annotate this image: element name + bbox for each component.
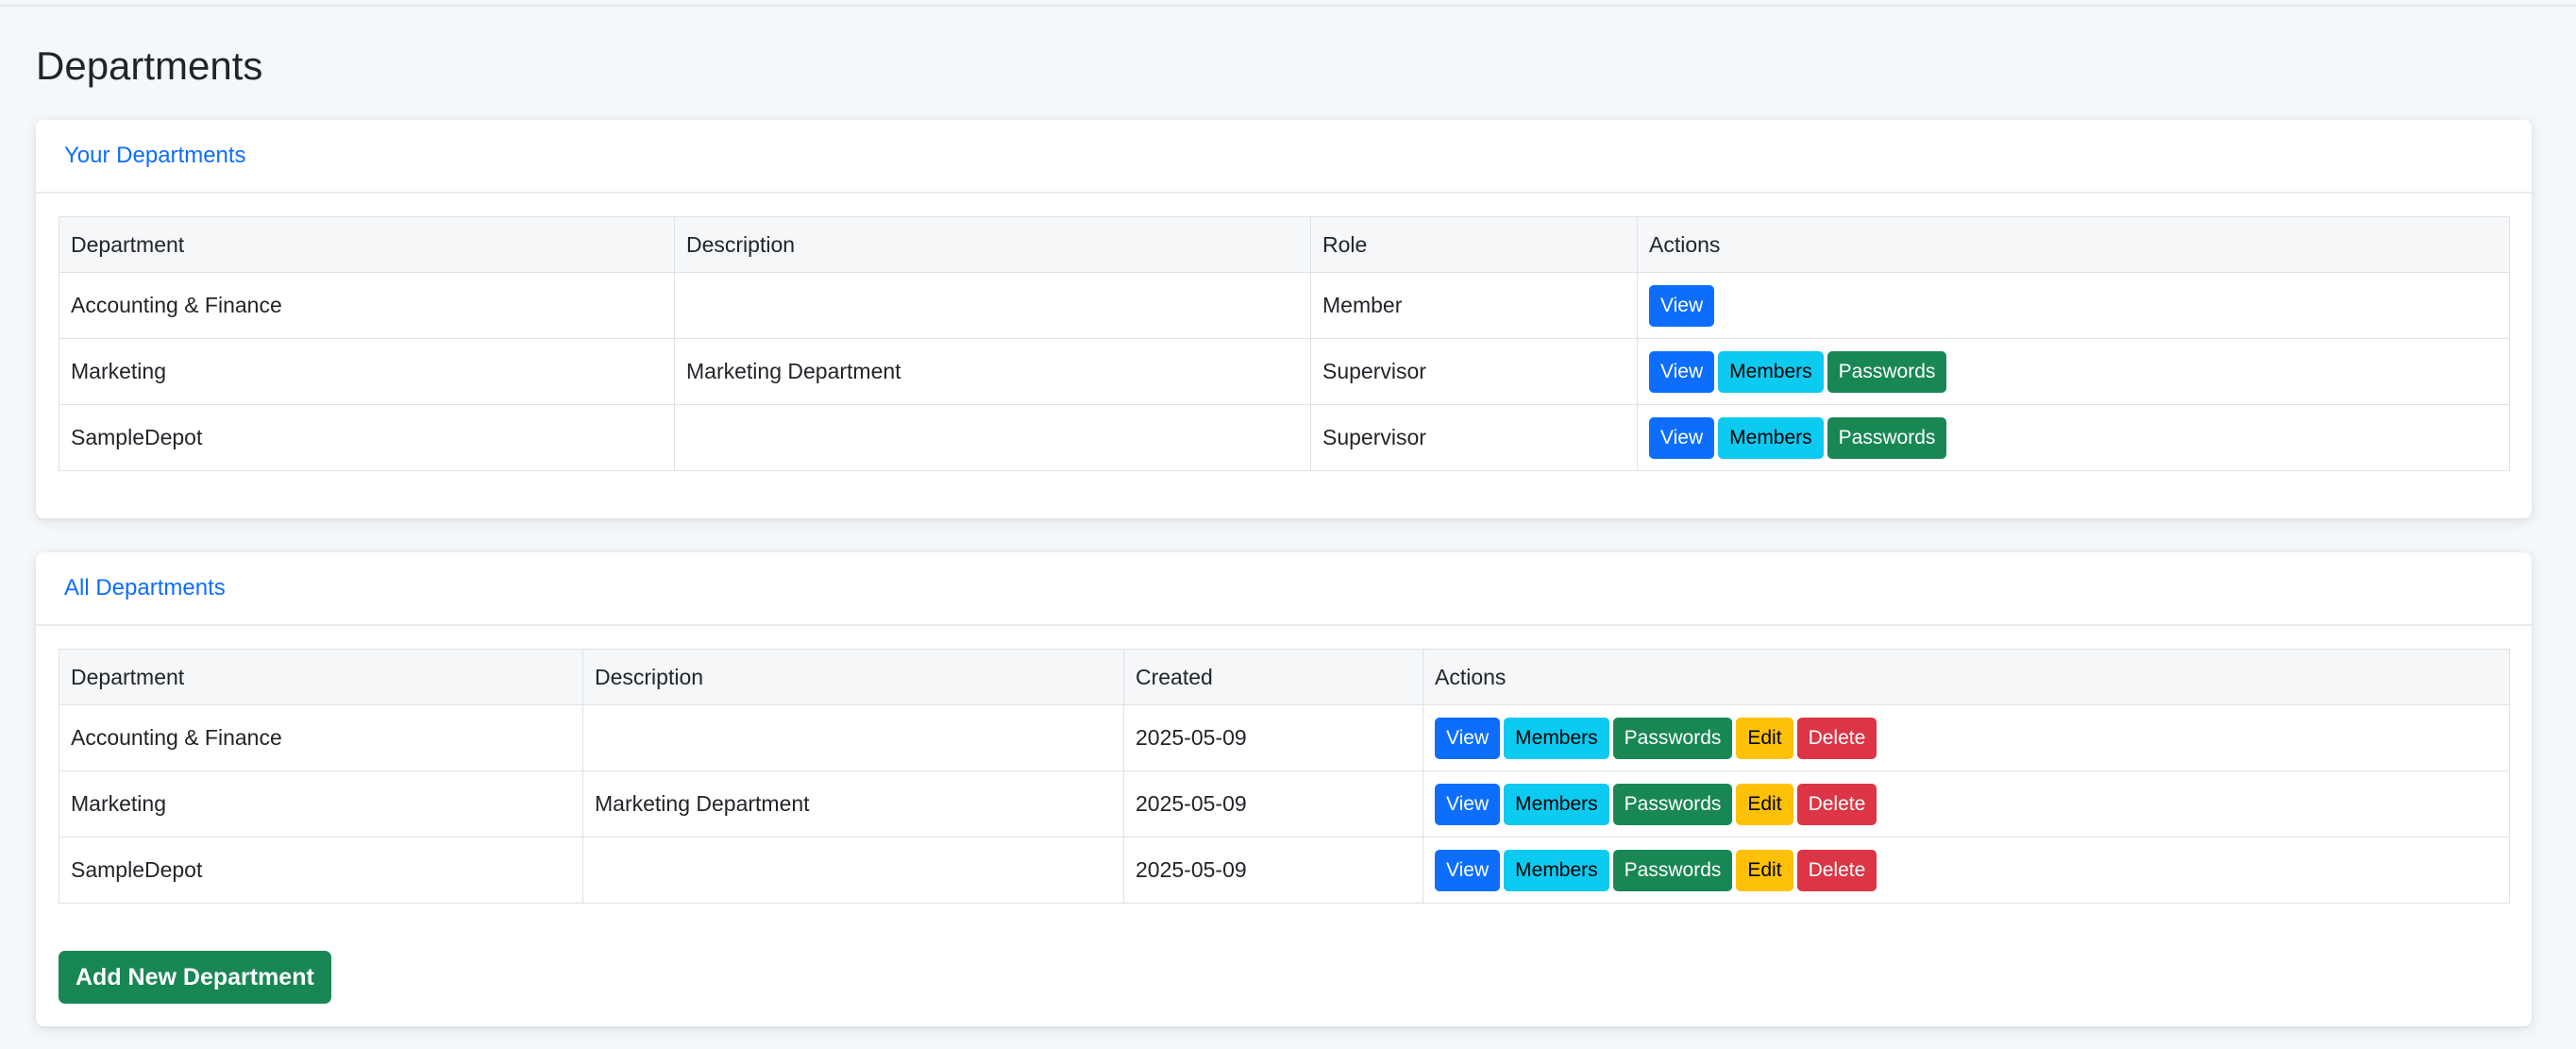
department-role: Supervisor: [1310, 404, 1638, 471]
delete-button[interactable]: Delete: [1796, 783, 1877, 825]
members-button[interactable]: Members: [1504, 717, 1609, 759]
department-description: [582, 837, 1124, 904]
column-header-actions: Actions: [1423, 649, 2510, 705]
table-header-row: Department Description Role Actions: [59, 216, 2510, 273]
department-created-date: 2025-05-09: [1123, 837, 1423, 904]
department-description: Marketing Department: [582, 770, 1124, 838]
department-description: Marketing Department: [674, 338, 1311, 405]
department-name: Marketing: [59, 338, 675, 405]
table-row: Accounting & Finance 2025-05-09 View Memb…: [59, 704, 2510, 771]
department-description: [674, 272, 1311, 339]
column-header-description: Description: [674, 216, 1311, 273]
passwords-button[interactable]: Passwords: [1827, 416, 1947, 459]
add-new-department-button[interactable]: Add New Department: [59, 951, 331, 1004]
passwords-button[interactable]: Passwords: [1612, 849, 1733, 891]
column-header-created: Created: [1123, 649, 1423, 705]
department-name: Accounting & Finance: [59, 272, 675, 339]
actions-cell: View Members Passwords Edit Delete: [1423, 770, 2510, 838]
passwords-button[interactable]: Passwords: [1612, 783, 1733, 825]
members-button[interactable]: Members: [1718, 350, 1824, 393]
department-name: SampleDepot: [59, 404, 675, 471]
edit-button[interactable]: Edit: [1736, 849, 1793, 891]
department-description: [674, 404, 1311, 471]
table-row: Accounting & Finance Member View: [59, 272, 2510, 339]
column-header-description: Description: [582, 649, 1124, 705]
all-departments-table: Department Description Created Actions A…: [59, 649, 2510, 904]
passwords-button[interactable]: Passwords: [1827, 350, 1947, 393]
view-button[interactable]: View: [1649, 350, 1715, 393]
actions-cell: View Members Passwords: [1637, 404, 2510, 471]
table-header-row: Department Description Created Actions: [59, 649, 2510, 705]
department-created-date: 2025-05-09: [1123, 770, 1423, 838]
department-name: Marketing: [59, 770, 583, 838]
department-description: [582, 704, 1124, 771]
members-button[interactable]: Members: [1504, 783, 1609, 825]
actions-cell: View Members Passwords Edit Delete: [1423, 704, 2510, 771]
delete-button[interactable]: Delete: [1796, 849, 1877, 891]
edit-button[interactable]: Edit: [1736, 783, 1793, 825]
table-row: Marketing Marketing Department Superviso…: [59, 338, 2510, 405]
table-row: Marketing Marketing Department 2025-05-0…: [59, 770, 2510, 838]
view-button[interactable]: View: [1435, 783, 1501, 825]
members-button[interactable]: Members: [1504, 849, 1609, 891]
column-header-role: Role: [1310, 216, 1638, 273]
column-header-actions: Actions: [1637, 216, 2510, 273]
view-button[interactable]: View: [1435, 717, 1501, 759]
view-button[interactable]: View: [1435, 849, 1501, 891]
your-departments-title: Your Departments: [64, 143, 246, 168]
members-button[interactable]: Members: [1718, 416, 1824, 459]
your-departments-table: Department Description Role Actions Acco…: [59, 216, 2510, 471]
your-departments-header: Your Departments: [36, 120, 2532, 194]
all-departments-header: All Departments: [36, 552, 2532, 626]
edit-button[interactable]: Edit: [1736, 717, 1793, 759]
department-role: Member: [1310, 272, 1638, 339]
department-created-date: 2025-05-09: [1123, 704, 1423, 771]
top-divider: [0, 5, 2576, 7]
actions-cell: View: [1637, 272, 2510, 339]
department-role: Supervisor: [1310, 338, 1638, 405]
actions-cell: View Members Passwords: [1637, 338, 2510, 405]
actions-cell: View Members Passwords Edit Delete: [1423, 837, 2510, 904]
passwords-button[interactable]: Passwords: [1612, 717, 1733, 759]
all-departments-title: All Departments: [64, 575, 226, 601]
page-title: Departments: [36, 43, 263, 88]
column-header-department: Department: [59, 649, 583, 705]
department-name: Accounting & Finance: [59, 704, 583, 771]
table-row: SampleDepot Supervisor View Members Passwo…: [59, 404, 2510, 471]
column-header-department: Department: [59, 216, 675, 273]
all-departments-body: Department Description Created Actions A…: [36, 626, 2532, 904]
view-button[interactable]: View: [1649, 416, 1715, 459]
table-row: SampleDepot 2025-05-09 View Members Passwo…: [59, 837, 2510, 904]
your-departments-body: Department Description Role Actions Acco…: [36, 194, 2532, 471]
all-departments-card: All Departments Department Description C…: [36, 552, 2532, 1026]
view-button[interactable]: View: [1649, 284, 1715, 327]
your-departments-card: Your Departments Department Description …: [36, 120, 2532, 518]
department-name: SampleDepot: [59, 837, 583, 904]
delete-button[interactable]: Delete: [1796, 717, 1877, 759]
